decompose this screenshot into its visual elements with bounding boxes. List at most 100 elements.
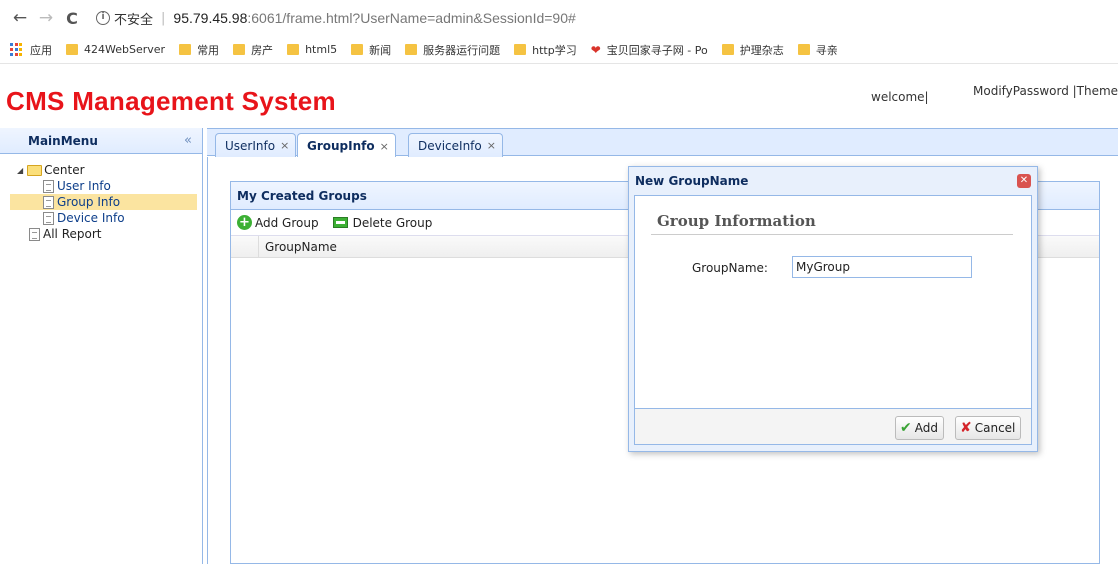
cancel-x-icon: ✘ [960, 420, 972, 436]
security-label: 不安全 [114, 12, 154, 28]
tree-label: Center [44, 163, 85, 177]
bookmark-folder[interactable]: 424WebServer [66, 43, 165, 56]
file-icon [43, 195, 54, 209]
browser-address-bar: ← → C i 不安全 | 95.79.45.98:6061/frame.htm… [0, 0, 1118, 36]
bookmark-label: 寻亲 [815, 43, 838, 57]
folder-icon [66, 44, 78, 55]
bookmarks-bar: 应用 424WebServer 常用 房产 html5 新闻 服务器运行问题 h… [0, 36, 1118, 64]
bookmark-label: 护理杂志 [739, 43, 784, 57]
column-header-groupname[interactable]: GroupName [259, 240, 337, 254]
url-host: 95.79.45.98 [173, 10, 248, 26]
bookmark-label: http学习 [532, 43, 577, 57]
bookmark-folder[interactable]: 护理杂志 [721, 42, 784, 58]
close-icon[interactable]: ✕ [1017, 174, 1031, 188]
bookmark-label: 常用 [197, 43, 220, 57]
bookmark-folder[interactable]: 寻亲 [797, 42, 838, 58]
dialog-header[interactable]: New GroupName ✕ [629, 167, 1037, 195]
header-links[interactable]: ModifyPassword |Theme [973, 84, 1118, 98]
bookmark-label: 房产 [251, 43, 274, 57]
add-group-button[interactable]: + Add Group [237, 215, 319, 230]
apps-icon [10, 42, 24, 57]
forward-arrow-icon[interactable]: → [36, 8, 56, 28]
main-menu-panel: MainMenu « ◢ Center User Info Group Info… [0, 128, 203, 564]
file-icon [43, 179, 54, 193]
tab-groupinfo[interactable]: GroupInfo × [297, 133, 396, 158]
bookmark-apps[interactable]: 应用 [10, 42, 52, 58]
new-group-dialog: New GroupName ✕ Group Information GroupN… [628, 166, 1038, 452]
bookmark-folder[interactable]: 新闻 [351, 42, 391, 58]
plus-icon: + [237, 215, 252, 230]
bookmark-folder[interactable]: http学习 [514, 42, 577, 58]
tab-label: DeviceInfo [418, 138, 482, 153]
url-text: 95.79.45.98:6061/frame.html?UserName=adm… [173, 10, 575, 26]
expand-triangle-icon[interactable]: ◢ [17, 166, 23, 175]
bookmark-folder[interactable]: 房产 [233, 42, 273, 58]
tree-node-all-report[interactable]: All Report [0, 226, 202, 242]
tab-deviceinfo[interactable]: DeviceInfo × [408, 133, 503, 157]
bookmark-folder[interactable]: html5 [287, 43, 337, 56]
url-field[interactable]: i 不安全 | 95.79.45.98:6061/frame.html?User… [96, 9, 576, 28]
cancel-button-label: Cancel [974, 421, 1016, 435]
tree-node-center[interactable]: ◢ Center [0, 162, 202, 178]
delete-group-label: Delete Group [352, 215, 433, 230]
cancel-button[interactable]: ✘ Cancel [955, 416, 1022, 440]
groupname-input[interactable] [792, 256, 972, 278]
folder-icon [721, 44, 734, 55]
url-separator: | [161, 10, 166, 26]
tree-label: User Info [57, 179, 111, 193]
folder-icon [287, 44, 300, 55]
app-title: CMS Management System [6, 86, 336, 116]
bookmark-label: 服务器运行问题 [423, 43, 501, 57]
tab-label: UserInfo [225, 138, 276, 153]
tree-label: Device Info [57, 211, 125, 225]
add-button-label: Add [914, 421, 938, 435]
heart-icon: ❤ [590, 42, 601, 57]
bookmark-folder[interactable]: 常用 [179, 42, 219, 58]
back-arrow-icon[interactable]: ← [10, 8, 30, 28]
bookmark-label: 应用 [30, 43, 52, 57]
folder-icon [405, 44, 418, 55]
delete-group-button[interactable]: Delete Group [332, 215, 433, 230]
folder-open-icon [27, 164, 43, 176]
reload-icon[interactable]: C [62, 9, 82, 28]
bookmark-label: 新闻 [369, 43, 392, 57]
tree-node-device-info[interactable]: Device Info [0, 210, 202, 226]
folder-icon [797, 44, 810, 55]
file-icon [43, 211, 54, 225]
file-icon [29, 227, 40, 241]
tab-userinfo[interactable]: UserInfo × [215, 133, 297, 157]
bookmark-folder[interactable]: 服务器运行问题 [405, 42, 500, 58]
welcome-text: welcome| [871, 90, 929, 104]
row-number-header [231, 235, 259, 258]
main-menu-header: MainMenu « [0, 128, 202, 154]
bookmark-label: 宝贝回家寻子网 - Po [606, 43, 708, 57]
folder-icon [179, 44, 192, 55]
close-icon[interactable]: × [487, 139, 496, 152]
tree-node-group-info[interactable]: Group Info [10, 194, 197, 210]
dialog-footer: ✔ Add ✘ Cancel [634, 409, 1032, 445]
info-icon[interactable]: i [96, 11, 110, 25]
folder-icon [514, 44, 527, 55]
bookmark-label: 424WebServer [84, 43, 166, 56]
tree-label: All Report [43, 227, 102, 241]
tree-label: Group Info [57, 195, 121, 209]
check-icon: ✔ [900, 420, 912, 436]
dialog-title: New GroupName [635, 174, 749, 188]
tab-strip: UserInfo × GroupInfo × DeviceInfo × [207, 128, 1118, 158]
dialog-body: Group Information GroupName: [634, 195, 1032, 409]
add-button[interactable]: ✔ Add [895, 416, 944, 440]
tab-label: GroupInfo [307, 139, 375, 153]
folder-icon [233, 44, 246, 55]
groupname-label: GroupName: [692, 261, 768, 275]
close-icon[interactable]: × [380, 140, 389, 153]
bookmark-link[interactable]: ❤ 宝贝回家寻子网 - Po [591, 42, 708, 58]
section-divider [651, 234, 1013, 235]
bookmark-label: html5 [305, 43, 338, 56]
main-menu-title: MainMenu [28, 133, 98, 148]
tree-node-user-info[interactable]: User Info [0, 178, 202, 194]
close-icon[interactable]: × [280, 139, 289, 152]
url-rest: :6061/frame.html?UserName=admin&SessionI… [247, 10, 576, 26]
add-group-label: Add Group [255, 215, 319, 230]
collapse-icon[interactable]: « [184, 133, 192, 148]
section-title: Group Information [657, 212, 816, 230]
